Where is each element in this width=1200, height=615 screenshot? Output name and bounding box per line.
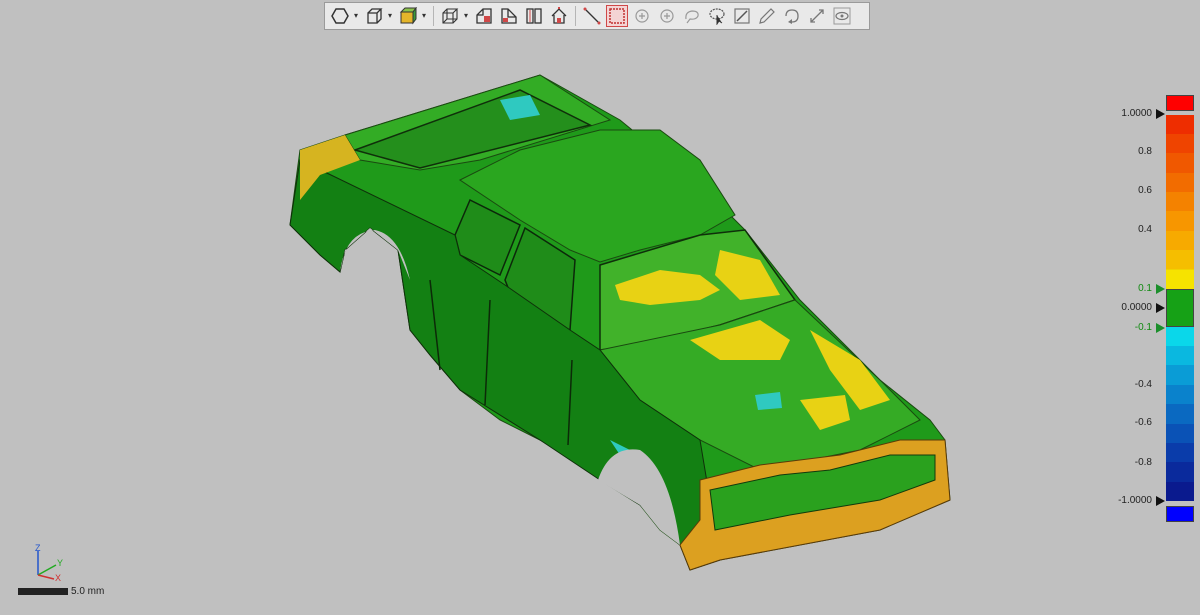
scale-color-segment xyxy=(1166,134,1194,153)
scale-color-segment xyxy=(1166,365,1194,385)
rotate-button[interactable] xyxy=(781,5,803,27)
scale-color-segment xyxy=(1166,385,1194,404)
scale-color-segment xyxy=(1166,211,1194,231)
line-measure-button[interactable] xyxy=(581,5,603,27)
scale-color-segment xyxy=(1166,153,1194,173)
scale-label: 0.0000 xyxy=(1121,302,1152,313)
polygon-view-icon xyxy=(331,8,349,24)
scale-marker[interactable] xyxy=(1156,303,1165,313)
pointer-select-icon xyxy=(709,8,725,25)
eye-button[interactable] xyxy=(831,5,853,27)
house-view-icon xyxy=(551,7,567,24)
y-axis-label: Y xyxy=(57,558,63,568)
wireframe-box-button[interactable] xyxy=(363,5,385,27)
add-circle-icon xyxy=(660,9,674,23)
add-point-icon xyxy=(635,9,649,23)
eye-icon xyxy=(833,7,851,25)
scale-color-segment xyxy=(1166,173,1194,192)
scale-color-segment xyxy=(1166,115,1194,134)
select-box-icon xyxy=(609,8,625,24)
3d-viewport[interactable]: ▾ ▾ ▾ ▾ 1.0000 0.8 0.6 0.4 0.1 0.0000 -0… xyxy=(0,0,1200,615)
scale-label: 0.6 xyxy=(1138,185,1152,196)
section-button[interactable] xyxy=(731,5,753,27)
side-view-button[interactable] xyxy=(498,5,520,27)
lasso-icon xyxy=(685,10,699,24)
cyan-patch-hood xyxy=(755,392,782,410)
z-axis-label: Z xyxy=(35,543,41,553)
split-view-icon xyxy=(526,8,542,24)
scale-marker[interactable] xyxy=(1156,284,1165,294)
polygon-view-button[interactable] xyxy=(329,5,351,27)
scale-marker[interactable] xyxy=(1156,323,1165,333)
pointer-select-button[interactable] xyxy=(706,5,728,27)
scale-color-segment xyxy=(1166,462,1194,482)
select-box-button[interactable] xyxy=(606,5,628,27)
wireframe-dropdown[interactable]: ▾ xyxy=(388,5,394,27)
scale-label: 0.4 xyxy=(1138,224,1152,235)
scale-label: -0.4 xyxy=(1134,379,1152,390)
scale-color-segment xyxy=(1166,327,1194,346)
car-body-deviation-model[interactable] xyxy=(0,0,1200,615)
scale-color-segment xyxy=(1166,443,1194,462)
scale-color-segment xyxy=(1166,404,1194,424)
add-point-button[interactable] xyxy=(631,5,653,27)
scale-bar xyxy=(18,588,68,595)
scale-color-segment xyxy=(1166,482,1194,501)
front-view-icon xyxy=(476,8,492,24)
y-axis xyxy=(37,564,57,576)
line-measure-icon xyxy=(583,7,601,25)
shaded-dropdown[interactable]: ▾ xyxy=(422,5,428,27)
scale-color-segment xyxy=(1166,506,1194,522)
polygon-view-dropdown[interactable]: ▾ xyxy=(354,5,360,27)
x-axis xyxy=(37,574,55,580)
section-icon xyxy=(734,8,750,24)
x-axis-label: X xyxy=(55,573,61,583)
scale-bar-label: 5.0 mm xyxy=(71,586,105,597)
annotate-button[interactable] xyxy=(756,5,778,27)
annotate-icon xyxy=(759,8,775,24)
view-toolbar: ▾ ▾ ▾ ▾ xyxy=(324,2,870,30)
add-circle-button[interactable] xyxy=(656,5,678,27)
transform-button[interactable] xyxy=(806,5,828,27)
wireframe-box-icon xyxy=(367,8,383,24)
scale-label: -0.1 xyxy=(1134,322,1152,333)
front-view-button[interactable] xyxy=(473,5,495,27)
scale-color-segment xyxy=(1166,424,1194,443)
iso-view-icon xyxy=(442,8,459,24)
iso-view-button[interactable] xyxy=(439,5,461,27)
toolbar-separator xyxy=(575,6,576,26)
shaded-box-button[interactable] xyxy=(397,5,419,27)
axis-triad: Z Y X xyxy=(35,543,63,583)
scale-color-segment xyxy=(1166,250,1194,269)
shaded-box-icon xyxy=(399,7,417,25)
lasso-button[interactable] xyxy=(681,5,703,27)
iso-view-dropdown[interactable]: ▾ xyxy=(464,5,470,27)
scale-label: -0.8 xyxy=(1134,457,1152,468)
scale-color-segment xyxy=(1166,346,1194,365)
scale-marker[interactable] xyxy=(1156,496,1165,506)
scale-color-segment xyxy=(1166,95,1194,111)
scale-color-segment xyxy=(1166,192,1194,211)
toolbar-separator xyxy=(433,6,434,26)
scale-label: 0.8 xyxy=(1138,146,1152,157)
rotate-icon xyxy=(785,9,799,24)
side-view-icon xyxy=(501,8,517,24)
house-view-button[interactable] xyxy=(548,5,570,27)
scale-label: 0.1 xyxy=(1138,283,1152,294)
scale-marker[interactable] xyxy=(1156,109,1165,119)
scale-label: -1.0000 xyxy=(1118,495,1152,506)
split-view-button[interactable] xyxy=(523,5,545,27)
scale-label: 1.0000 xyxy=(1121,108,1152,119)
scale-color-segment xyxy=(1166,270,1194,289)
scale-label: -0.6 xyxy=(1134,417,1152,428)
scale-color-segment xyxy=(1166,289,1194,327)
transform-icon xyxy=(810,9,824,23)
scale-color-segment xyxy=(1166,231,1194,250)
